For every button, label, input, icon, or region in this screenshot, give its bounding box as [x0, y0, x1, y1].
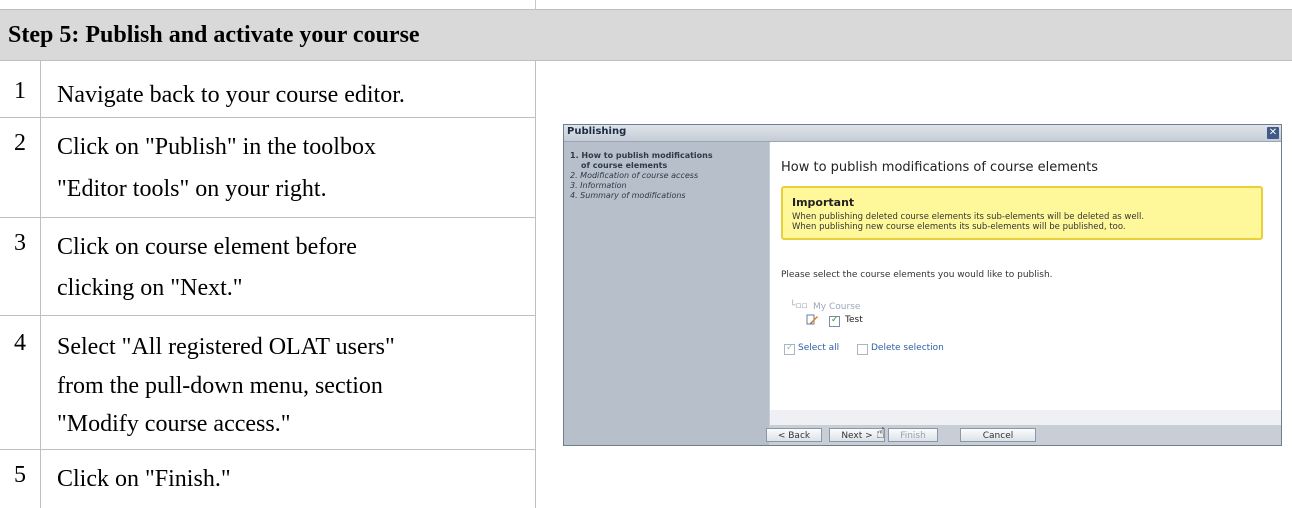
row-divider: [0, 217, 536, 218]
instruction-text: Please select the course elements you wo…: [781, 270, 1053, 280]
tree-root-icon: └▫▫: [790, 301, 808, 311]
row-divider: [0, 117, 536, 118]
step-number: 4: [14, 330, 26, 356]
row-divider: [0, 315, 536, 316]
select-all-link[interactable]: Select all: [798, 343, 839, 353]
delete-selection-link[interactable]: Delete selection: [871, 343, 944, 353]
header-divider: [535, 0, 536, 9]
important-title: Important: [792, 196, 855, 209]
dialog-title: Publishing: [567, 126, 627, 137]
wizard-step: 3. Information: [570, 181, 627, 190]
close-icon[interactable]: ✕: [1267, 127, 1279, 139]
dialog-titlebar: Publishing ✕: [564, 125, 1281, 142]
step-text: Click on "Finish.": [57, 466, 231, 492]
important-text: When publishing deleted course elements …: [792, 212, 1145, 222]
wizard-step-current: 1. How to publish modifications: [570, 151, 713, 160]
step-text: Select "All registered OLAT users": [57, 334, 395, 360]
wizard-step: 2. Modification of course access: [570, 171, 699, 180]
content-title: How to publish modifications of course e…: [781, 160, 1099, 175]
step-text: "Modify course access.": [57, 411, 291, 437]
content-footer: [770, 410, 1281, 425]
course-element-icon: [806, 314, 818, 325]
wizard-steps: 1. How to publish modifications of cours…: [564, 142, 769, 445]
step-text: from the pull-down menu, section: [57, 373, 383, 399]
step-text: Click on "Publish" in the toolbox: [57, 134, 376, 160]
tree-node-checkbox[interactable]: ✓: [829, 315, 840, 327]
important-notice: Important When publishing deleted course…: [781, 186, 1263, 240]
important-text: When publishing new course elements its …: [792, 222, 1126, 232]
cancel-button[interactable]: Cancel: [960, 428, 1036, 442]
checkmark-icon: ✓: [786, 343, 794, 353]
step-number: 2: [14, 130, 26, 156]
publishing-dialog-screenshot: Publishing ✕ 1. How to publish modificat…: [563, 124, 1282, 446]
step-number: 5: [14, 462, 26, 488]
step-number: 3: [14, 230, 26, 256]
page-title: Step 5: Publish and activate your course: [8, 22, 420, 48]
table-divider: [535, 61, 536, 508]
select-all-checkbox[interactable]: ✓: [784, 343, 795, 355]
step-text: clicking on "Next.": [57, 275, 243, 301]
back-button[interactable]: < Back: [766, 428, 822, 442]
row-divider: [0, 449, 536, 450]
step-number: 1: [14, 78, 26, 104]
finish-button[interactable]: Finish: [888, 428, 938, 442]
delete-selection-checkbox[interactable]: [857, 344, 868, 355]
table-divider: [40, 61, 41, 508]
wizard-button-bar: < Back Next > Finish Cancel ☝: [766, 424, 1281, 445]
wizard-step: 4. Summary of modifications: [570, 191, 686, 200]
section-header: Step 5: Publish and activate your course: [0, 9, 1292, 61]
step-text: Navigate back to your course editor.: [57, 82, 405, 108]
dialog-content: How to publish modifications of course e…: [770, 142, 1281, 425]
hand-pointer-icon: ☝: [876, 424, 886, 442]
wizard-step-current: of course elements: [581, 161, 668, 170]
tree-root: My Course: [813, 302, 861, 312]
checkmark-icon: ✓: [831, 315, 839, 325]
step-text: Click on course element before: [57, 234, 357, 260]
tree-node[interactable]: Test: [845, 315, 863, 325]
step-text: "Editor tools" on your right.: [57, 176, 327, 202]
